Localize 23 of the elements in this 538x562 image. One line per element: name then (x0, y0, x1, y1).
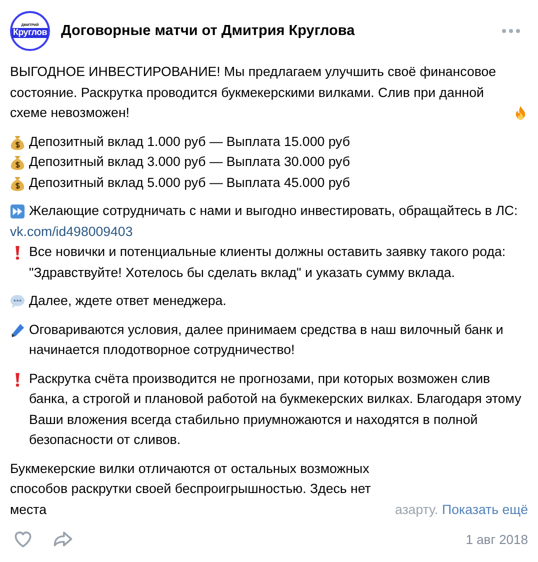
faded-text: азарту. (394, 500, 438, 519)
post-text: Букмекерские вилки отличаются от остальных возможных способов раскрутки своей беспроигрышностью. Здесь нет места (10, 460, 372, 518)
post-date: 1 авг 2018 (466, 532, 528, 546)
post-text: Далее, ждете ответ менеджера. (29, 292, 226, 310)
money-bag-icon (10, 134, 25, 150)
more-icon[interactable] (502, 29, 520, 33)
post-text: Желающие сотрудничать с нами и выгодно инвестировать, обращайтесь в ЛС: (29, 202, 518, 220)
post-text: Депозитный вклад 3.000 руб — Выплата 30.000 руб (29, 153, 350, 171)
money-bag-icon (10, 155, 25, 170)
fast-forward-icon (10, 204, 25, 219)
speech-bubble-icon (10, 294, 25, 309)
profile-link[interactable]: vk.com/id498009403 (10, 222, 133, 242)
post-text: Депозитный вклад 1.000 руб — Выплата 15.000 руб (29, 132, 350, 151)
post-text: ВЫГОДНОЕ ИНВЕСТИРОВАНИЕ! Мы предлагаем улучшить своё финансовое состояние. Раскрутка проводится букмекерскими вилками. Слив при данной схеме невозможен! (10, 63, 498, 122)
money-bag-icon (10, 176, 25, 190)
logo-text: Круглов (12, 28, 48, 38)
show-more-link[interactable]: Показать ещё (442, 500, 528, 520)
post-text: Оговариваются условия, далее принимаем средства в наш вилочный банк и начинается плодотворное сотрудничество! (29, 320, 504, 359)
post-text: Раскрутка счёта производится не прогнозами, при которых возможен слив банка, а строгой и плановой работой на букмекерских вилках. Благодаря этому Ваши вложения всегда стабильно приумножаются и находятся в полной безопасности от сливов. (29, 370, 522, 449)
author-name[interactable]: Договорные матчи от Дмитрия Круглова (61, 23, 491, 39)
post-text: Все новички и потенциальные клиенты должны оставить заявку такого рода: "Здравствуйте! Хотелось бы сделать вклад" и указать сумму вклада. (29, 243, 507, 282)
post-text: Депозитный вклад 5.000 руб — Выплата 45.000 руб (29, 174, 350, 192)
pencil-icon (10, 322, 25, 338)
